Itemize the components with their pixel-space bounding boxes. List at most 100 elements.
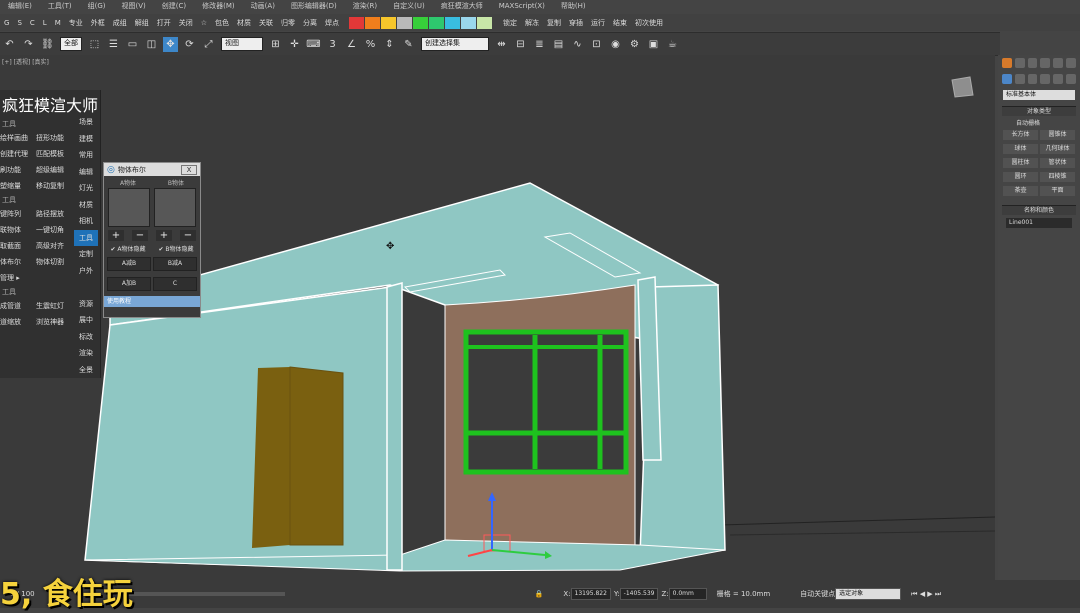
- time-slider[interactable]: [124, 592, 285, 596]
- plugin-tool-item[interactable]: 路径摆放: [36, 206, 72, 222]
- custom-tool-button[interactable]: 分离: [299, 18, 321, 28]
- object-type-button[interactable]: 四棱锥: [1040, 172, 1075, 182]
- layer-manager-icon[interactable]: ≣: [532, 37, 547, 52]
- display-tab-icon[interactable]: [1053, 58, 1064, 68]
- lock-icon[interactable]: 🔒: [535, 590, 544, 598]
- auto-key-button[interactable]: 自动关键点: [800, 589, 835, 599]
- object-category-dropdown[interactable]: 标准基本体: [1003, 90, 1075, 100]
- hierarchy-tab-icon[interactable]: [1027, 58, 1038, 68]
- plugin-tool-item[interactable]: 绘样画曲: [0, 130, 36, 146]
- custom-tool-button[interactable]: 运行: [587, 18, 609, 28]
- menu-item[interactable]: 创建(C): [154, 1, 194, 11]
- plugin-tab[interactable]: 资源: [74, 296, 98, 313]
- undo-icon[interactable]: ↶: [2, 37, 17, 52]
- custom-tool-button[interactable]: 关联: [255, 18, 277, 28]
- menu-item[interactable]: 编辑(E): [0, 1, 40, 11]
- x-coordinate[interactable]: 13195.822: [570, 588, 611, 600]
- shapes-icon[interactable]: [1014, 74, 1025, 84]
- plugin-tool-item[interactable]: 联物体: [0, 222, 36, 238]
- object-type-button[interactable]: 圆锥体: [1040, 130, 1075, 140]
- plugin-tool-item[interactable]: 移动复制: [36, 178, 72, 194]
- custom-tool-button[interactable]: 关闭: [175, 18, 197, 28]
- object-name-field[interactable]: Line001: [1006, 218, 1072, 228]
- plugin-tool-item[interactable]: 高级对齐: [36, 238, 72, 254]
- lights-icon[interactable]: [1027, 74, 1038, 84]
- select-by-name-icon[interactable]: ☰: [106, 37, 121, 52]
- menu-item[interactable]: 渲染(R): [345, 1, 385, 11]
- plugin-tool-item[interactable]: 物体切割: [36, 254, 72, 270]
- object-type-button[interactable]: 几何球体: [1040, 144, 1075, 154]
- add-b-button[interactable]: +: [156, 230, 172, 241]
- custom-tool-button[interactable]: 打开: [153, 18, 175, 28]
- cameras-icon[interactable]: [1040, 74, 1051, 84]
- menu-item[interactable]: 帮助(H): [553, 1, 594, 11]
- menu-item[interactable]: 自定义(U): [385, 1, 433, 11]
- custom-tool-button[interactable]: 焊点: [321, 18, 343, 28]
- color-swatch[interactable]: [397, 16, 413, 29]
- custom-tool-button[interactable]: 材质: [233, 18, 255, 28]
- plugin-tab[interactable]: 建模: [74, 131, 98, 148]
- quick-key[interactable]: G: [0, 19, 13, 27]
- spacewarps-icon[interactable]: [1066, 74, 1076, 84]
- object-type-button[interactable]: 长方体: [1003, 130, 1038, 140]
- material-editor-icon[interactable]: ◉: [608, 37, 623, 52]
- render-icon[interactable]: ☕: [665, 37, 680, 52]
- curve-editor-icon[interactable]: ∿: [570, 37, 585, 52]
- plugin-tool-item[interactable]: 成管道: [0, 298, 36, 314]
- plugin-tool-item[interactable]: 一键切角: [36, 222, 72, 238]
- auto-grid-checkbox[interactable]: 自动栅格: [1002, 116, 1076, 129]
- plugin-tool-item[interactable]: 体布尔: [0, 254, 36, 270]
- hide-a-checkbox[interactable]: ✔ A物体隐藏: [110, 244, 145, 253]
- menu-item[interactable]: 动画(A): [243, 1, 283, 11]
- motion-tab-icon[interactable]: [1040, 58, 1051, 68]
- custom-tool-button[interactable]: ☆: [197, 19, 211, 27]
- custom-tool-button[interactable]: 穿插: [565, 18, 587, 28]
- spinner-snap-icon[interactable]: ⇕: [382, 37, 397, 52]
- plugin-tool-item[interactable]: 生震虹灯: [36, 298, 72, 314]
- snap-3d-icon[interactable]: 3: [325, 37, 340, 52]
- menu-item[interactable]: 疯狂模渲大师: [433, 1, 491, 11]
- object-type-button[interactable]: 管状体: [1040, 158, 1075, 168]
- menu-item[interactable]: MAXScript(X): [491, 2, 553, 10]
- render-setup-icon[interactable]: ⚙: [627, 37, 642, 52]
- name-color-title[interactable]: 名称和颜色: [1002, 205, 1076, 215]
- color-swatch[interactable]: [461, 16, 477, 29]
- object-type-button[interactable]: 平面: [1040, 186, 1075, 196]
- color-swatch[interactable]: [413, 16, 429, 29]
- plugin-tab[interactable]: 相机: [74, 213, 98, 230]
- custom-tool-button[interactable]: 初次使用: [631, 18, 667, 28]
- color-swatch[interactable]: [349, 16, 365, 29]
- plugin-tool-item[interactable]: 超级编辑: [36, 162, 72, 178]
- remove-a-button[interactable]: −: [132, 230, 148, 241]
- plugin-tab[interactable]: 工具: [74, 229, 98, 246]
- color-swatch[interactable]: [429, 16, 445, 29]
- plugin-tool-item[interactable]: 取截面: [0, 238, 36, 254]
- quick-key[interactable]: S: [13, 19, 25, 27]
- custom-tool-button[interactable]: 归零: [277, 18, 299, 28]
- edit-named-selection-icon[interactable]: ✎: [401, 37, 416, 52]
- object-type-title[interactable]: 对象类型: [1002, 106, 1076, 116]
- link-icon[interactable]: ⛓: [40, 37, 55, 52]
- plugin-tab[interactable]: 户外: [74, 263, 98, 280]
- select-manipulate-icon[interactable]: ✛: [287, 37, 302, 52]
- object-type-button[interactable]: 圆环: [1003, 172, 1038, 182]
- scale-icon[interactable]: ⤢: [201, 37, 216, 52]
- plugin-tab[interactable]: 常用: [74, 147, 98, 164]
- quick-key[interactable]: L: [39, 19, 51, 27]
- reference-coordinate[interactable]: 视图: [221, 37, 263, 51]
- custom-tool-button[interactable]: 包色: [211, 18, 233, 28]
- window-crossing-icon[interactable]: ◫: [144, 37, 159, 52]
- menu-item[interactable]: 视图(V): [114, 1, 154, 11]
- plugin-tab[interactable]: 材质: [74, 197, 98, 214]
- plugin-tab[interactable]: 场景: [74, 114, 98, 131]
- plugin-tool-item[interactable]: 浏览神器: [36, 314, 72, 330]
- hide-b-checkbox[interactable]: ✔ B物体隐藏: [158, 244, 193, 253]
- graphite-icon[interactable]: ▤: [551, 37, 566, 52]
- y-coordinate[interactable]: -1405.539: [619, 588, 659, 600]
- schematic-view-icon[interactable]: ⊡: [589, 37, 604, 52]
- helpers-icon[interactable]: [1053, 74, 1064, 84]
- dialog-close-button[interactable]: X: [181, 164, 197, 175]
- plugin-tab[interactable]: 标改: [74, 329, 98, 346]
- color-swatch[interactable]: [381, 16, 397, 29]
- remove-b-button[interactable]: −: [180, 230, 196, 241]
